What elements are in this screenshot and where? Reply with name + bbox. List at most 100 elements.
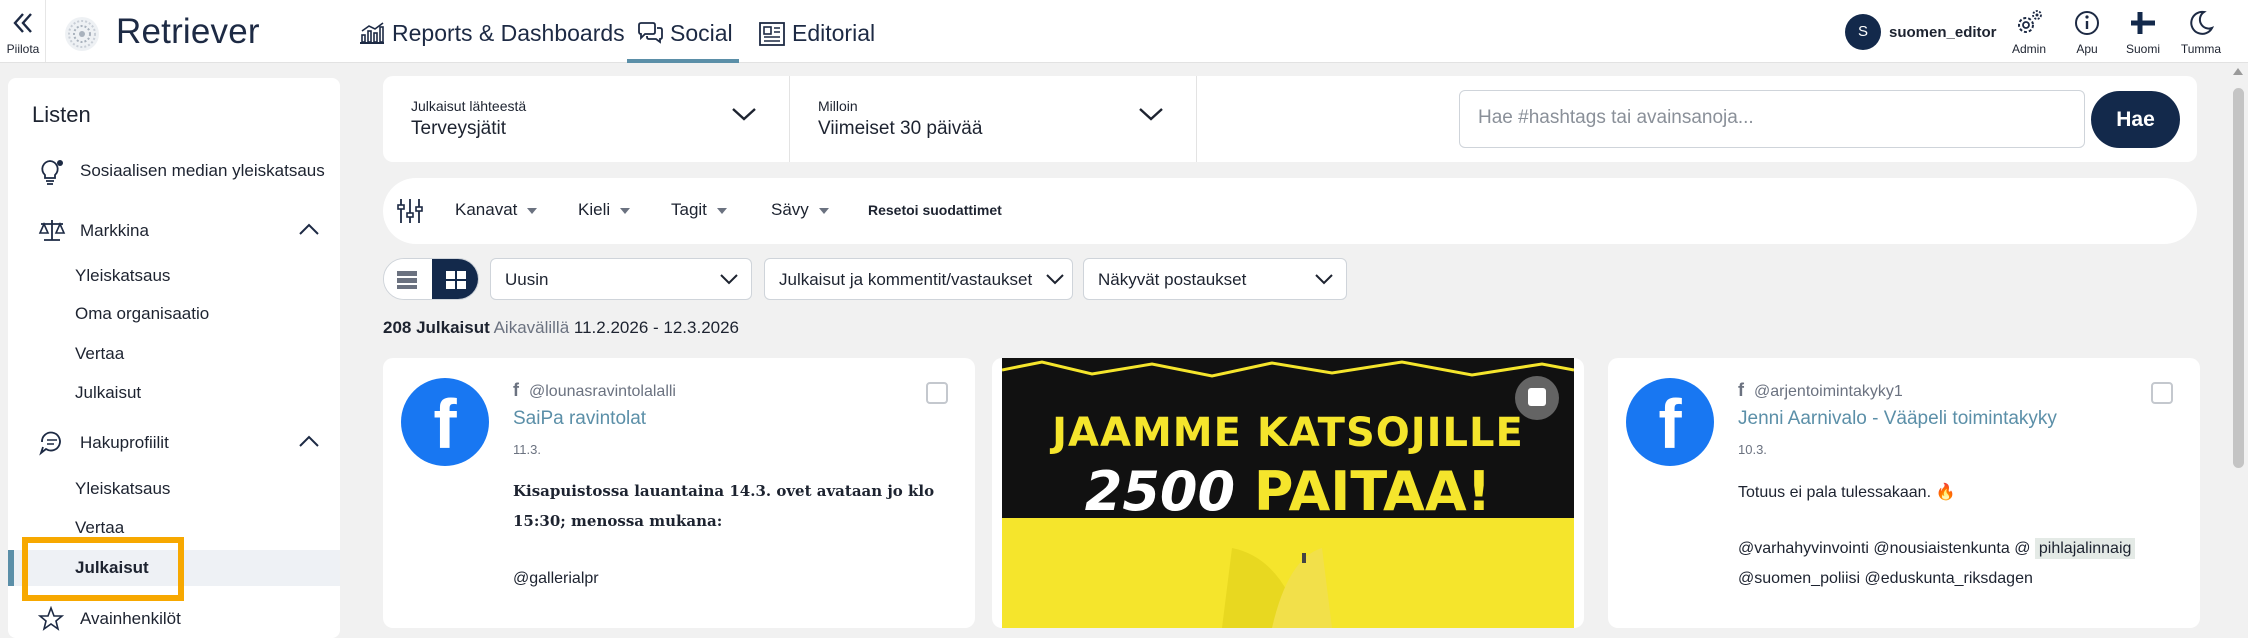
view-toggle xyxy=(383,258,479,300)
bar-chart-icon xyxy=(360,22,384,44)
dark-mode-button[interactable]: Tumma xyxy=(2173,8,2229,58)
highlighted-tag[interactable]: pihlajalinnaig xyxy=(2034,538,2136,559)
nav-editorial[interactable]: Editorial xyxy=(758,18,898,48)
post-card[interactable]: f f @lounasravintolalalli SaiPa ravintola… xyxy=(383,358,975,628)
sidebar-item-label: Yleiskatsaus xyxy=(75,266,171,285)
tags-label: Tagit xyxy=(671,200,707,219)
post-select-checkbox[interactable] xyxy=(926,382,948,404)
nav-reports-dashboards[interactable]: Reports & Dashboards xyxy=(358,18,625,48)
nav-editorial-label: Editorial xyxy=(792,20,876,46)
image-text-line2: 2500 PAITAA! xyxy=(992,460,1584,523)
page-scrollbar[interactable] xyxy=(2229,64,2248,619)
post-mentions: @suomen_poliisi @eduskunta_riksdagen xyxy=(1738,570,2033,587)
post-date: 11.3. xyxy=(513,442,541,457)
post-author[interactable]: SaiPa ravintolat xyxy=(513,408,646,430)
tone-label: Sävy xyxy=(771,200,809,219)
scroll-thumb[interactable] xyxy=(2233,88,2244,468)
help-button[interactable]: Apu xyxy=(2059,8,2115,58)
range-label: Aikavälillä xyxy=(493,318,570,337)
dark-mode-label: Tumma xyxy=(2180,42,2222,56)
post-type-dropdown[interactable]: Julkaisut ja kommentit/vastaukset xyxy=(764,258,1073,300)
post-date: 10.3. xyxy=(1738,442,1767,457)
post-mention[interactable]: @gallerialpr xyxy=(513,570,599,588)
sliders-icon[interactable] xyxy=(395,196,425,226)
nav-social-label: Social xyxy=(670,20,733,46)
sidebar-market-posts[interactable]: Julkaisut xyxy=(8,375,340,411)
sidebar-market-compare[interactable]: Vertaa xyxy=(8,336,340,372)
admin-label: Admin xyxy=(2011,42,2046,56)
search-button[interactable]: Hae xyxy=(2091,91,2180,148)
sidebar-group-market[interactable]: Markkina xyxy=(8,218,340,248)
finnish-flag-icon xyxy=(2131,12,2155,34)
nav-active-indicator xyxy=(627,59,739,63)
sidebar-market-overview[interactable]: Yleiskatsaus xyxy=(8,258,340,294)
language-button[interactable]: Suomi xyxy=(2115,8,2171,58)
sidebar-item-social-overview[interactable]: Sosiaalisen median yleiskatsaus xyxy=(8,158,340,188)
image-text-line1: JAAMME KATSOJILLE xyxy=(1052,410,1524,456)
image-text-number: 2500 xyxy=(1084,460,1236,523)
results-count: 208 Julkaisut xyxy=(383,318,490,337)
time-label: Milloin xyxy=(818,98,858,114)
post-handle: @lounasravintolalalli xyxy=(529,383,676,400)
username: suomen_editor xyxy=(1889,24,1997,41)
highlight-box xyxy=(22,537,184,601)
facebook-logo-icon: f xyxy=(1626,378,1714,466)
sidebar-item-label: Julkaisut xyxy=(75,383,142,402)
time-select[interactable]: Milloin Viimeiset 30 päivää xyxy=(790,76,1196,162)
post-text-line: 15:30; menossa mukana: xyxy=(513,512,723,530)
sidebar-key-people-label: Avainhenkilöt xyxy=(80,609,181,628)
sidebar-group-search-profiles[interactable]: Hakuprofiilit xyxy=(8,430,340,460)
double-chevron-left-icon xyxy=(13,13,32,33)
chevron-down-icon xyxy=(732,108,756,121)
hide-sidebar-button[interactable]: Piilota xyxy=(0,0,46,62)
moon-icon xyxy=(2190,10,2215,35)
nav-social[interactable]: Social xyxy=(636,18,746,48)
sidebar-title: Listen xyxy=(32,102,91,127)
visible-posts-dropdown[interactable]: Näkyvät postaukset xyxy=(1083,258,1347,300)
search-field[interactable] xyxy=(1459,90,2085,148)
list-view-button[interactable] xyxy=(384,259,431,299)
language-label: Kieli xyxy=(578,200,611,219)
post-card-image[interactable]: JAAMME KATSOJILLE 2500 PAITAA! xyxy=(992,358,1584,628)
post-select-checkbox[interactable] xyxy=(2151,382,2173,404)
sort-dropdown[interactable]: Uusin xyxy=(490,258,752,300)
sidebar-item-key-people[interactable]: Avainhenkilöt xyxy=(8,606,340,636)
post-text-line: Kisapuistossa lauantaina 14.3. ovet avat… xyxy=(513,482,935,500)
tone-filter[interactable]: Sävy xyxy=(771,200,829,220)
reset-filters-button[interactable]: Resetoi suodattimet xyxy=(868,202,1002,218)
divider xyxy=(1196,76,1197,162)
scroll-up-icon[interactable] xyxy=(2233,68,2243,75)
post-author[interactable]: Jenni Aarnivalo - Vääpeli toimintakyky xyxy=(1738,408,2057,430)
search-chat-icon xyxy=(39,431,61,456)
active-indicator xyxy=(8,550,14,586)
post-mentions: @varhahyvinvointi @nousiaistenkunta @ pi… xyxy=(1738,538,2136,559)
hide-sidebar-label: Piilota xyxy=(6,42,40,56)
sidebar-item-label: Vertaa xyxy=(75,518,125,537)
search-input[interactable] xyxy=(1478,107,2058,129)
language-filter[interactable]: Kieli xyxy=(578,200,631,220)
source-value: Terveysjätit xyxy=(411,118,507,139)
source-select[interactable]: Julkaisut lähteestä Terveysjätit xyxy=(383,76,789,162)
post-mention-text: @varhahyvinvointi @nousiaistenkunta @ xyxy=(1738,540,2031,557)
sidebar-item-label: Yleiskatsaus xyxy=(75,479,171,498)
chevron-up-icon[interactable] xyxy=(298,434,320,448)
sidebar-profiles-overview[interactable]: Yleiskatsaus xyxy=(8,471,340,507)
chevron-down-icon xyxy=(1046,274,1064,285)
facebook-logo-icon: f xyxy=(401,378,489,466)
admin-button[interactable]: Admin xyxy=(2001,8,2057,58)
gear-icon xyxy=(2018,10,2042,33)
channels-filter[interactable]: Kanavat xyxy=(455,200,538,220)
caret-down-icon xyxy=(527,207,538,214)
post-type-value: Julkaisut ja kommentit/vastaukset xyxy=(779,270,1033,289)
sort-value: Uusin xyxy=(505,270,549,289)
avatar: S xyxy=(1845,14,1881,50)
sidebar-market-own-organisation[interactable]: Oma organisaatio xyxy=(8,296,340,332)
chevron-down-icon xyxy=(1139,108,1163,121)
top-bar: Piilota Retriever Reports & Dashboards S… xyxy=(0,0,2248,63)
tags-filter[interactable]: Tagit xyxy=(671,200,727,220)
grid-view-button[interactable] xyxy=(432,259,478,299)
nav-reports-label: Reports & Dashboards xyxy=(392,20,625,46)
chevron-up-icon[interactable] xyxy=(298,222,320,236)
star-icon xyxy=(38,606,64,631)
post-card[interactable]: f f @arjentoimintakyky1 Jenni Aarnivalo -… xyxy=(1608,358,2200,628)
